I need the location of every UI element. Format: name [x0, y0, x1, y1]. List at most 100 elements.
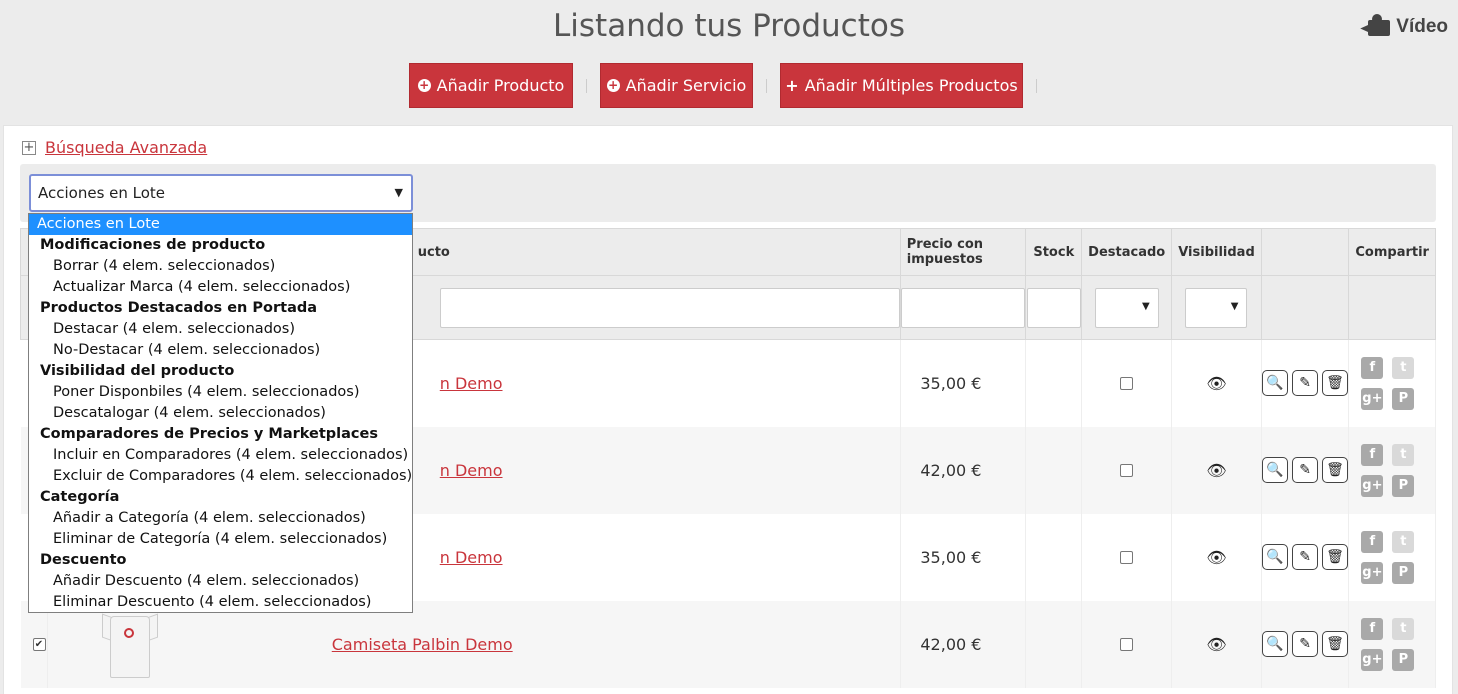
product-link[interactable]: n Demo [440, 461, 503, 480]
eye-icon[interactable]: 👁 [1171, 513, 1262, 601]
dropdown-group-label: Modificaciones de producto [40, 237, 266, 253]
separator [1036, 79, 1037, 93]
eye-icon[interactable]: 👁 [1171, 600, 1262, 688]
product-filter-input[interactable] [439, 287, 900, 328]
price-filter-input[interactable] [901, 287, 1026, 328]
twitter-icon[interactable]: t [1392, 530, 1415, 553]
dropdown-option-selected[interactable]: Acciones en Lote [29, 214, 412, 235]
price-value: 35,00 € [900, 339, 1027, 427]
googleplus-icon[interactable]: g+ [1361, 561, 1384, 584]
stock-filter-input[interactable] [1026, 287, 1081, 328]
eye-icon[interactable]: 👁 [1171, 426, 1262, 514]
edit-icon[interactable]: ✎ [1292, 457, 1319, 483]
edit-icon[interactable]: ✎ [1292, 370, 1319, 397]
dropdown-arrow-icon: ▼ [394, 186, 403, 199]
facebook-icon[interactable]: f [1361, 443, 1384, 466]
pinterest-icon[interactable]: P [1392, 561, 1415, 584]
dropdown-option[interactable]: No-Destacar (4 elem. seleccionados) [29, 340, 412, 361]
dropdown-option[interactable]: Descatalogar (4 elem. seleccionados) [29, 403, 412, 424]
plus-circle-icon: + [606, 78, 620, 92]
featured-checkbox[interactable] [1120, 463, 1134, 477]
table-row: Camiseta Palbin Demo 42,00 € 👁 🔍 ✎ 🗑 f t… [20, 600, 1436, 688]
pinterest-icon[interactable]: P [1392, 387, 1415, 410]
delete-icon[interactable]: 🗑 [1322, 370, 1349, 397]
advanced-search-link[interactable]: Búsqueda Avanzada [45, 138, 207, 157]
dropdown-option[interactable]: Añadir a Categoría (4 elem. seleccionado… [29, 508, 412, 529]
dropdown-option[interactable]: Borrar (4 elem. seleccionados) [29, 256, 412, 277]
col-visibility: Visibilidad [1171, 228, 1262, 276]
product-thumbnail[interactable] [101, 610, 158, 678]
dropdown-group-label: Descuento [40, 552, 127, 568]
pinterest-icon[interactable]: P [1392, 648, 1415, 671]
product-link[interactable]: n Demo [440, 548, 503, 567]
add-product-label: Añadir Producto [436, 76, 565, 95]
col-price: Precio con impuestos [899, 228, 1027, 276]
video-link[interactable]: Vídeo [1360, 14, 1448, 38]
expand-icon[interactable]: + [22, 140, 36, 155]
view-icon[interactable]: 🔍 [1262, 631, 1289, 657]
add-product-button[interactable]: + Añadir Producto [409, 63, 573, 108]
featured-checkbox[interactable] [1120, 550, 1134, 564]
dropdown-group-label: Categoría [40, 489, 120, 505]
edit-icon[interactable]: ✎ [1292, 631, 1319, 657]
col-tools [1260, 228, 1350, 276]
googleplus-icon[interactable]: g+ [1361, 474, 1384, 497]
col-share: Compartir [1348, 228, 1436, 276]
twitter-icon[interactable]: t [1392, 356, 1415, 379]
view-icon[interactable]: 🔍 [1262, 457, 1289, 483]
delete-icon[interactable]: 🗑 [1322, 457, 1349, 483]
video-label: Vídeo [1396, 16, 1448, 37]
delete-icon[interactable]: 🗑 [1322, 631, 1349, 657]
twitter-icon[interactable]: t [1392, 617, 1415, 640]
facebook-icon[interactable]: f [1361, 617, 1384, 640]
dropdown-option[interactable]: Eliminar de Categoría (4 elem. seleccion… [29, 529, 412, 550]
dropdown-option[interactable]: Eliminar Descuento (4 elem. seleccionado… [29, 592, 412, 613]
batch-actions-select[interactable]: Acciones en Lote ▼ [29, 174, 413, 212]
featured-checkbox[interactable] [1120, 376, 1134, 390]
add-service-button[interactable]: + Añadir Servicio [600, 63, 753, 108]
dropdown-option[interactable]: Excluir de Comparadores (4 elem. selecci… [29, 466, 412, 487]
product-link[interactable]: n Demo [440, 374, 503, 393]
price-value: 42,00 € [900, 600, 1027, 688]
googleplus-icon[interactable]: g+ [1361, 387, 1384, 410]
googleplus-icon[interactable]: g+ [1361, 648, 1384, 671]
view-icon[interactable]: 🔍 [1262, 370, 1289, 397]
pinterest-icon[interactable]: P [1392, 474, 1415, 497]
featured-checkbox[interactable] [1120, 637, 1134, 651]
page-title: Listando tus Productos [553, 8, 905, 44]
view-icon[interactable]: 🔍 [1262, 544, 1289, 570]
dropdown-option[interactable]: Actualizar Marca (4 elem. seleccionados) [29, 277, 412, 298]
dropdown-option[interactable]: Destacar (4 elem. seleccionados) [29, 319, 412, 340]
dropdown-group-label: Visibilidad del producto [40, 363, 235, 379]
product-link[interactable]: Camiseta Palbin Demo [332, 635, 513, 654]
video-camera-icon [1360, 14, 1391, 38]
col-featured: Destacado [1081, 228, 1173, 276]
advanced-search-toggle[interactable]: + Búsqueda Avanzada [22, 138, 207, 157]
batch-actions-dropdown-list: Acciones en Lote Modificaciones de produ… [28, 213, 413, 613]
price-value: 35,00 € [900, 513, 1027, 601]
price-value: 42,00 € [900, 426, 1027, 514]
dropdown-option[interactable]: Poner Disponbiles (4 elem. seleccionados… [29, 382, 412, 403]
dropdown-group-label: Productos Destacados en Portada [40, 300, 318, 316]
row-select-checkbox[interactable] [32, 637, 46, 651]
eye-icon[interactable]: 👁 [1171, 339, 1262, 427]
add-multiple-label: Añadir Múltiples Productos [804, 76, 1018, 95]
dropdown-group-label: Comparadores de Precios y Marketplaces [40, 426, 378, 442]
separator [586, 79, 587, 93]
dropdown-option[interactable]: Incluir en Comparadores (4 elem. selecci… [29, 445, 412, 466]
plus-circle-icon: + [417, 78, 431, 92]
edit-icon[interactable]: ✎ [1292, 544, 1319, 570]
visibility-filter-select[interactable] [1185, 287, 1248, 328]
delete-icon[interactable]: 🗑 [1322, 544, 1349, 570]
dropdown-option[interactable]: Añadir Descuento (4 elem. seleccionados) [29, 571, 412, 592]
facebook-icon[interactable]: f [1361, 530, 1384, 553]
featured-filter-select[interactable] [1094, 287, 1159, 328]
separator [766, 79, 767, 93]
batch-actions-selected-value: Acciones en Lote [38, 184, 166, 202]
add-multiple-products-button[interactable]: + Añadir Múltiples Productos [780, 63, 1023, 108]
plus-icon: + [785, 76, 799, 95]
col-stock: Stock [1025, 228, 1083, 276]
twitter-icon[interactable]: t [1392, 443, 1415, 466]
facebook-icon[interactable]: f [1361, 356, 1384, 379]
add-service-label: Añadir Servicio [625, 76, 747, 95]
